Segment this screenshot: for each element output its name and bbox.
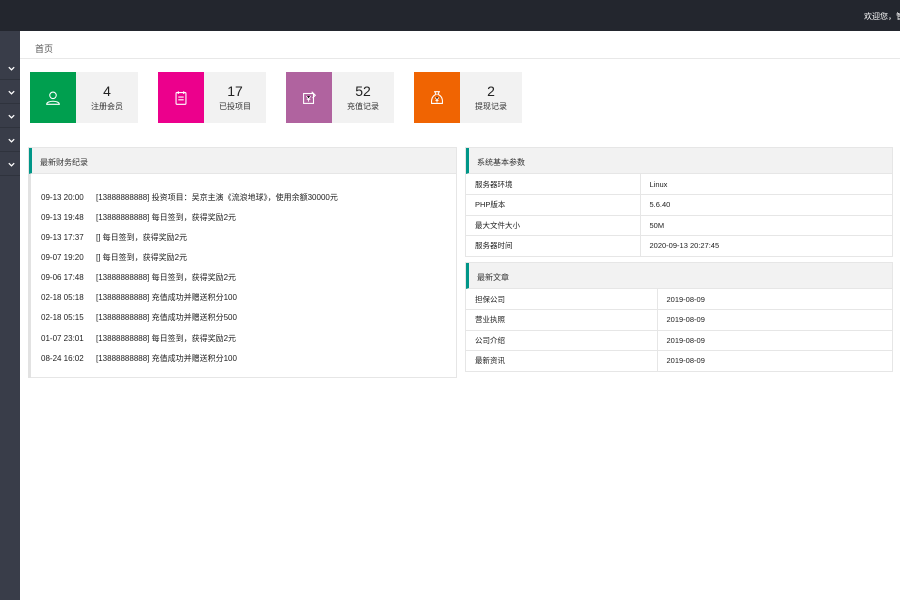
table-row[interactable]: 担保公司 2019-08-09	[466, 289, 892, 310]
article-date: 2019-08-09	[657, 330, 892, 351]
stat-value: 2	[487, 83, 495, 99]
articles-table: 担保公司 2019-08-09 营业执照 2019-08-09 公司介绍 2019-0…	[466, 289, 892, 372]
main-content: 首页 4 注册会员 17 已投项目 52 充值记录 2 提现记录 最新财务纪录	[20, 31, 900, 600]
clipboard-icon	[175, 90, 187, 105]
record-text: [13888888888] 投资项目：吴京主演《流浪地球》，使用余额30000元	[96, 193, 338, 202]
top-header: 欢迎您，管	[0, 0, 900, 31]
stat-card-members[interactable]: 4 注册会员	[30, 72, 138, 123]
stat-card-recharges[interactable]: 52 充值记录	[286, 72, 394, 123]
record-time: 01-07 23:01	[41, 334, 84, 343]
record-time: 09-07 19:20	[41, 253, 84, 262]
system-params-table: 服务器环境 Linux PHP版本 5.6.40 最大文件大小 50M 服务器时间 20…	[466, 174, 892, 257]
sidebar-item-5[interactable]	[0, 152, 20, 176]
finance-record: 02-18 05:15 [13888888888] 充值成功并赠送积分500	[41, 312, 237, 323]
finance-record: 02-18 05:18 [13888888888] 充值成功并赠送积分100	[41, 292, 237, 303]
chevron-down-icon	[8, 66, 15, 71]
stat-value: 17	[227, 83, 243, 99]
finance-record: 01-07 23:01 [13888888888] 每日签到，获得奖励2元	[41, 333, 236, 344]
record-text: [] 每日签到，获得奖励2元	[96, 233, 188, 242]
finance-record: 09-07 19:20 [] 每日签到，获得奖励2元	[41, 252, 187, 263]
record-time: 02-18 05:15	[41, 313, 84, 322]
user-icon	[46, 91, 60, 105]
table-row: PHP版本 5.6.40	[466, 194, 892, 216]
latest-articles-panel: 最新文章 担保公司 2019-08-09 营业执照 2019-08-09 公司介绍 2…	[465, 262, 893, 372]
article-title[interactable]: 公司介绍	[466, 330, 658, 351]
stat-label: 充值记录	[347, 102, 379, 111]
finance-record: 08-24 16:02 [13888888888] 充值成功并赠送积分100	[41, 353, 237, 364]
param-key: 服务器环境	[466, 174, 641, 195]
chevron-down-icon	[8, 90, 15, 95]
finance-record: 09-13 20:00 [13888888888] 投资项目：吴京主演《流浪地球》…	[41, 192, 338, 203]
record-text: [13888888888] 充值成功并赠送积分100	[96, 293, 237, 302]
article-title[interactable]: 营业执照	[466, 309, 658, 331]
param-key: 最大文件大小	[466, 215, 641, 236]
panel-accent	[28, 174, 31, 378]
finance-record: 09-06 17:48 [13888888888] 每日签到，获得奖励2元	[41, 272, 236, 283]
record-text: [13888888888] 充值成功并赠送积分500	[96, 313, 237, 322]
param-value: 50M	[640, 215, 892, 236]
table-row: 服务器时间 2020-09-13 20:27:45	[466, 235, 892, 257]
sidebar-item-1[interactable]	[0, 56, 20, 80]
record-text: [13888888888] 每日签到，获得奖励2元	[96, 334, 237, 343]
panel-title: 最新文章	[477, 273, 509, 282]
record-time: 08-24 16:02	[41, 354, 84, 363]
chevron-down-icon	[8, 138, 15, 143]
stat-label: 已投项目	[219, 102, 251, 111]
stat-value: 52	[355, 83, 371, 99]
panel-header: 最新文章	[466, 263, 892, 289]
table-row[interactable]: 公司介绍 2019-08-09	[466, 330, 892, 351]
article-title[interactable]: 最新资讯	[466, 350, 658, 372]
finance-record: 09-13 17:37 [] 每日签到，获得奖励2元	[41, 232, 187, 243]
param-value: 2020-09-13 20:27:45	[640, 235, 892, 257]
param-key: 服务器时间	[466, 235, 641, 257]
recharge-icon	[303, 90, 317, 104]
sidebar	[0, 31, 20, 600]
panel-header: 最新财务纪录	[29, 148, 456, 174]
param-key: PHP版本	[466, 194, 641, 216]
stat-icon-box	[414, 72, 460, 123]
record-text: [13888888888] 每日签到，获得奖励2元	[96, 213, 237, 222]
table-row[interactable]: 最新资讯 2019-08-09	[466, 350, 892, 372]
welcome-text[interactable]: 欢迎您，管	[864, 11, 900, 22]
table-row[interactable]: 营业执照 2019-08-09	[466, 309, 892, 331]
record-time: 02-18 05:18	[41, 293, 84, 302]
panel-header: 系统基本参数	[466, 148, 892, 174]
param-value: Linux	[640, 174, 892, 195]
param-value: 5.6.40	[640, 194, 892, 216]
stat-icon-box	[158, 72, 204, 123]
stat-value: 4	[103, 83, 111, 99]
stat-card-withdrawals[interactable]: 2 提现记录	[414, 72, 522, 123]
sidebar-item-4[interactable]	[0, 128, 20, 152]
chevron-down-icon	[8, 162, 15, 167]
article-date: 2019-08-09	[657, 309, 892, 331]
sidebar-item-3[interactable]	[0, 104, 20, 128]
stat-label: 提现记录	[475, 102, 507, 111]
record-time: 09-06 17:48	[41, 273, 84, 282]
panel-title: 系统基本参数	[477, 158, 525, 167]
chevron-down-icon	[8, 114, 15, 119]
finance-record: 09-13 19:48 [13888888888] 每日签到，获得奖励2元	[41, 212, 236, 223]
record-text: [13888888888] 每日签到，获得奖励2元	[96, 273, 237, 282]
panel-title: 最新财务纪录	[40, 158, 88, 167]
stat-label: 注册会员	[91, 102, 123, 111]
breadcrumb-home[interactable]: 首页	[35, 42, 53, 55]
record-time: 09-13 19:48	[41, 213, 84, 222]
record-text: [] 每日签到，获得奖励2元	[96, 253, 188, 262]
finance-records-panel: 最新财务纪录 09-13 20:00 [13888888888] 投资项目：吴京主…	[28, 147, 457, 378]
article-date: 2019-08-09	[657, 350, 892, 372]
stat-icon-box	[30, 72, 76, 123]
article-title[interactable]: 担保公司	[466, 289, 658, 310]
stat-card-investments[interactable]: 17 已投项目	[158, 72, 266, 123]
record-text: [13888888888] 充值成功并赠送积分100	[96, 354, 237, 363]
record-time: 09-13 20:00	[41, 193, 84, 202]
system-params-panel: 系统基本参数 服务器环境 Linux PHP版本 5.6.40 最大文件大小 50M …	[465, 147, 893, 257]
article-date: 2019-08-09	[657, 289, 892, 310]
stat-icon-box	[286, 72, 332, 123]
sidebar-item-2[interactable]	[0, 80, 20, 104]
table-row: 最大文件大小 50M	[466, 215, 892, 236]
record-time: 09-13 17:37	[41, 233, 84, 242]
table-row: 服务器环境 Linux	[466, 174, 892, 195]
breadcrumb: 首页	[20, 31, 900, 59]
money-bag-icon	[430, 90, 444, 104]
